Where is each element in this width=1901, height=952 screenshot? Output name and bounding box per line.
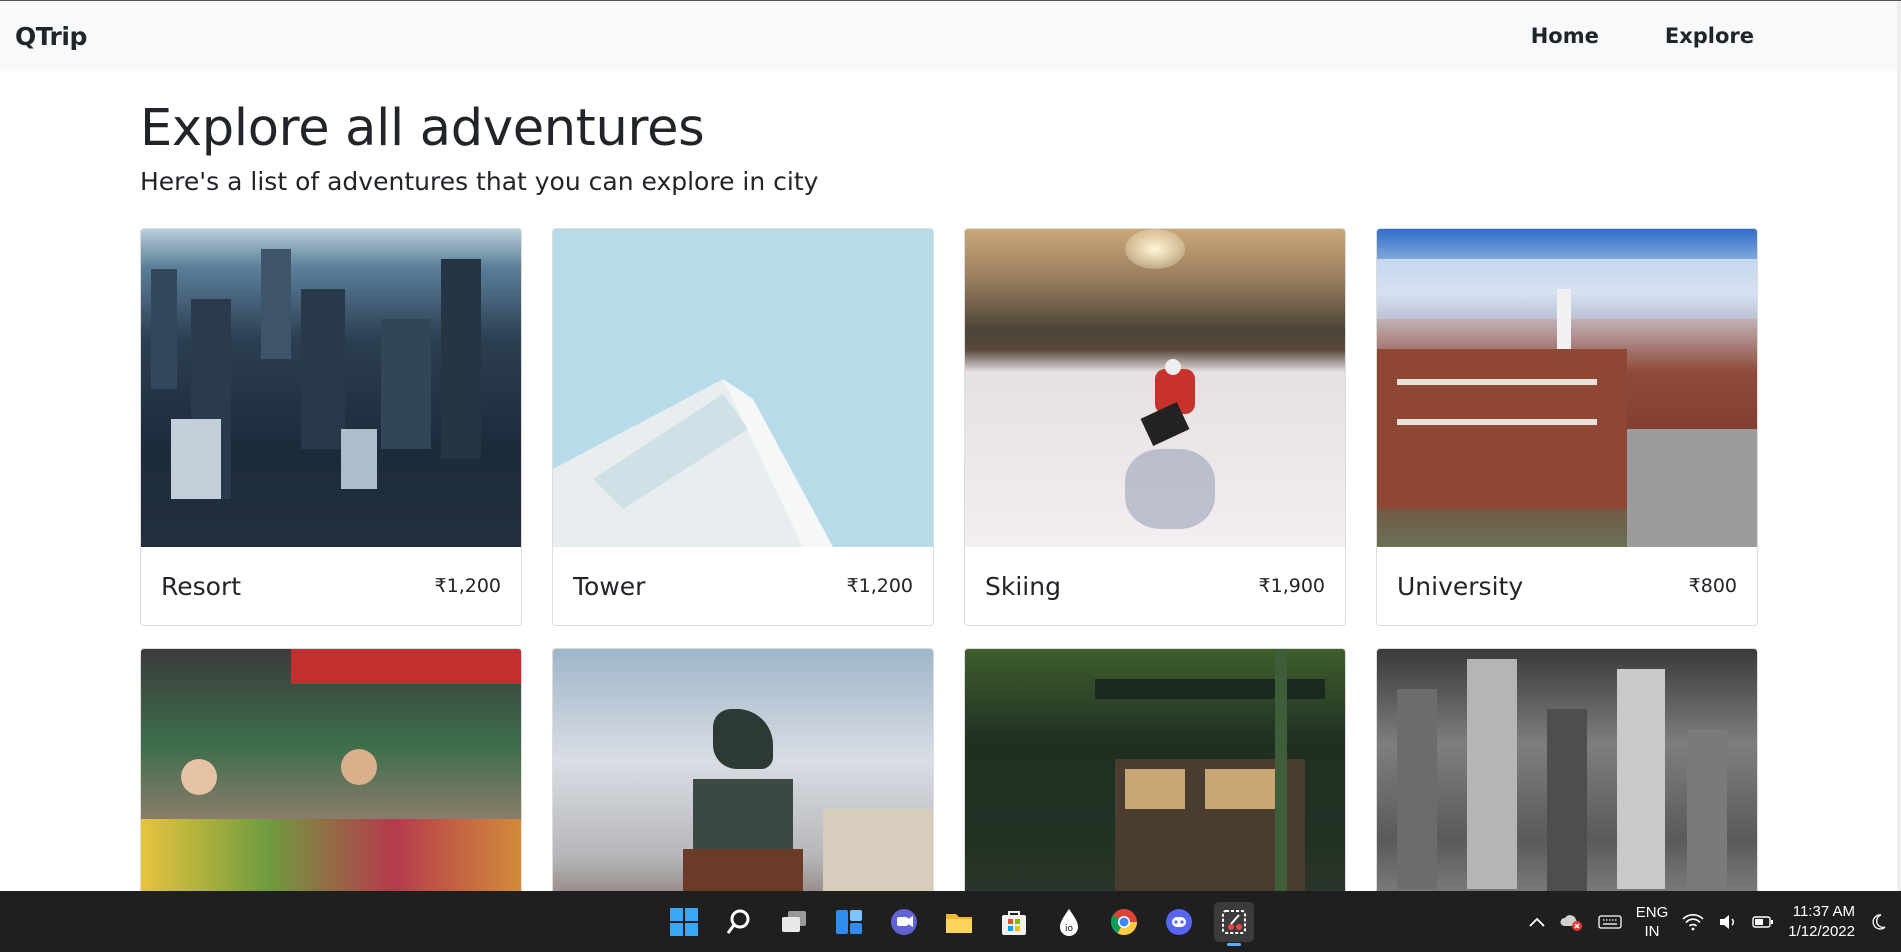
card-body: Tower ₹1,200 — [553, 547, 933, 625]
search-icon[interactable] — [719, 902, 759, 942]
focus-moon-icon[interactable] — [1869, 913, 1887, 931]
adventure-card[interactable] — [1376, 648, 1758, 891]
page-title: Explore all adventures — [140, 99, 705, 158]
adventure-card[interactable] — [552, 648, 934, 891]
adventure-image — [553, 649, 933, 891]
adventure-card-university[interactable]: University ₹800 — [1376, 228, 1758, 626]
adventure-image — [553, 229, 933, 547]
adventure-grid: Resort ₹1,200 Tower ₹1,200 Skiing ₹1,900… — [140, 228, 1760, 891]
nav-links: Home Explore — [1531, 24, 1754, 48]
language-region: IN — [1644, 922, 1660, 940]
battery-icon[interactable] — [1752, 915, 1774, 929]
system-clock[interactable]: 11:37 AM 1/12/2022 — [1788, 902, 1855, 942]
taskbar: io ENG IN 11:37 AM 1/12/2022 — [0, 891, 1901, 952]
page-scrollbar[interactable] — [1897, 1, 1901, 891]
nav-explore-link[interactable]: Explore — [1665, 24, 1754, 48]
adventure-card-resort[interactable]: Resort ₹1,200 — [140, 228, 522, 626]
clock-date: 1/12/2022 — [1788, 922, 1855, 940]
microsoft-store-icon[interactable] — [994, 902, 1034, 942]
adventure-name: Skiing — [985, 571, 1061, 601]
language-indicator[interactable]: ENG IN — [1636, 903, 1669, 941]
card-body: Resort ₹1,200 — [141, 547, 521, 625]
adventure-card-tower[interactable]: Tower ₹1,200 — [552, 228, 934, 626]
adventure-card[interactable] — [964, 648, 1346, 891]
adventure-price: ₹1,200 — [846, 575, 913, 597]
onedrive-error-icon[interactable] — [1560, 912, 1584, 932]
file-explorer-icon[interactable] — [939, 902, 979, 942]
keyboard-icon[interactable] — [1598, 914, 1622, 930]
adventure-name: Tower — [573, 571, 646, 601]
nav-home-link[interactable]: Home — [1531, 24, 1599, 48]
svg-text:io: io — [1065, 924, 1074, 934]
card-body: University ₹800 — [1377, 547, 1757, 625]
windows-start-icon[interactable] — [664, 902, 704, 942]
adventure-name: University — [1397, 571, 1524, 601]
adventure-price: ₹1,200 — [434, 575, 501, 597]
adventure-image — [141, 229, 521, 547]
browser-viewport: QTrip Home Explore Explore all adventure… — [0, 0, 1901, 891]
chevron-up-icon[interactable] — [1528, 915, 1546, 929]
adventure-image — [965, 229, 1345, 547]
brand-logo[interactable]: QTrip — [15, 22, 87, 51]
volume-icon[interactable] — [1718, 913, 1738, 931]
page-header: Explore all adventures Here's a list of … — [140, 97, 1760, 199]
adventure-image — [965, 649, 1345, 891]
chrome-icon[interactable] — [1104, 902, 1144, 942]
adventure-name: Resort — [161, 571, 242, 601]
widgets-icon[interactable] — [829, 902, 869, 942]
adventure-image — [1377, 229, 1757, 547]
discord-icon[interactable] — [1159, 902, 1199, 942]
adventure-image — [1377, 649, 1757, 891]
adventure-price: ₹800 — [1688, 575, 1737, 597]
system-tray: ENG IN 11:37 AM 1/12/2022 — [1528, 891, 1901, 952]
adventure-card[interactable] — [140, 648, 522, 891]
adventure-image — [141, 649, 521, 891]
adventure-price: ₹1,900 — [1258, 575, 1325, 597]
snipping-tool-icon[interactable] — [1214, 901, 1254, 946]
language-code: ENG — [1635, 903, 1669, 921]
io-app-icon[interactable]: io — [1049, 902, 1089, 942]
clock-time: 11:37 AM — [1792, 902, 1855, 920]
taskbar-apps: io — [664, 891, 1254, 952]
navbar: QTrip Home Explore — [0, 1, 1901, 71]
task-view-icon[interactable] — [774, 902, 814, 942]
card-body: Skiing ₹1,900 — [965, 547, 1345, 625]
page-subtitle: Here's a list of adventures that you can… — [140, 167, 819, 196]
teams-chat-icon[interactable] — [884, 902, 924, 942]
wifi-icon[interactable] — [1682, 913, 1704, 931]
adventure-card-skiing[interactable]: Skiing ₹1,900 — [964, 228, 1346, 626]
